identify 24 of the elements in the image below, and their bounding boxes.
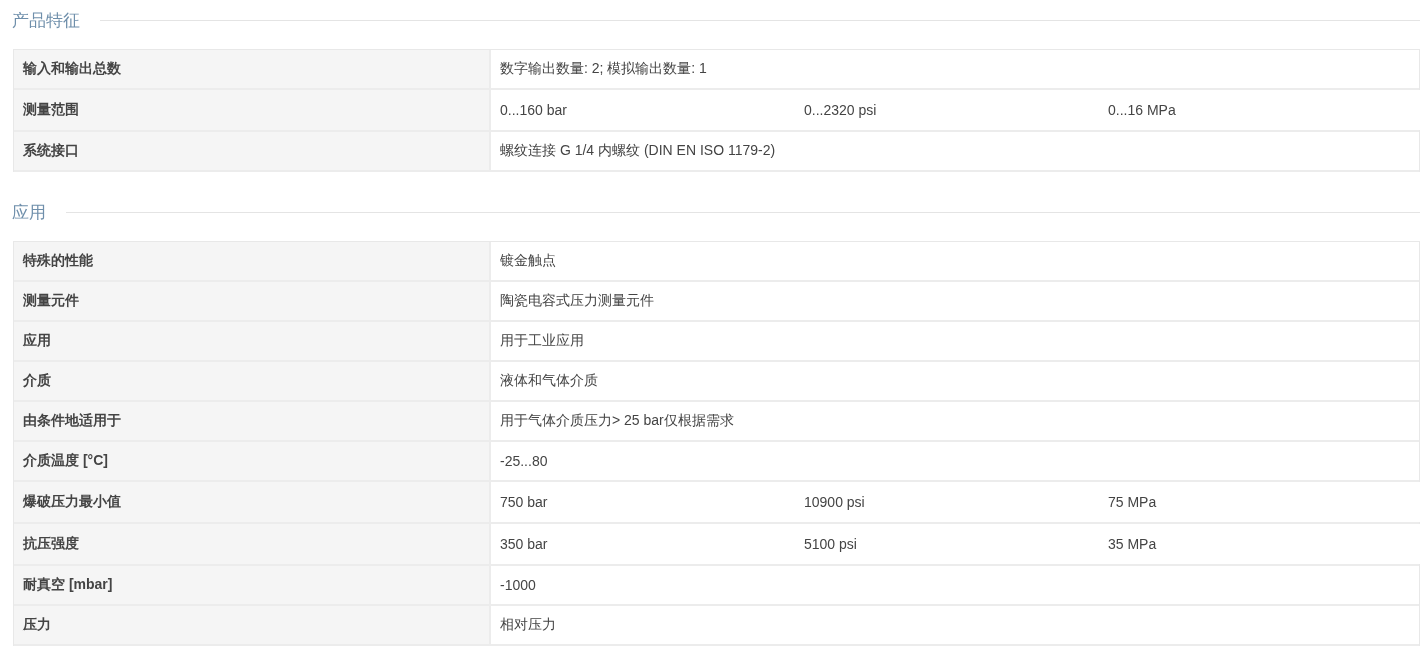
spec-label-cell: 特殊的性能 bbox=[14, 242, 491, 280]
spec-value: 350 bar bbox=[500, 536, 549, 552]
spec-label-cell: 爆破压力最小值 bbox=[14, 482, 491, 522]
section-title: 应用 bbox=[12, 201, 46, 224]
spec-label-cell: 耐真空 [mbar] bbox=[14, 566, 491, 604]
spec-label-cell: 输入和输出总数 bbox=[14, 50, 491, 88]
spec-value: 0...160 bar bbox=[500, 102, 568, 118]
spec-value: 35 MPa bbox=[1108, 536, 1158, 552]
spec-label-cell: 测量元件 bbox=[14, 282, 491, 320]
spec-value: 0...2320 psi bbox=[804, 102, 878, 118]
spec-label-cell: 应用 bbox=[14, 322, 491, 360]
spec-label-cell: 介质温度 [°C] bbox=[14, 442, 491, 480]
spec-label-cell: 测量范围 bbox=[14, 90, 491, 130]
spec-label-cell: 由条件地适用于 bbox=[14, 402, 491, 440]
spec-value: 0...16 MPa bbox=[1108, 102, 1177, 118]
spec-value: 750 bar bbox=[500, 494, 549, 510]
spec-label-cell: 抗压强度 bbox=[14, 524, 491, 564]
spec-label-cell: 压力 bbox=[14, 606, 491, 644]
spec-value: 75 MPa bbox=[1108, 494, 1158, 510]
spec-value: 5100 psi bbox=[804, 536, 858, 552]
spec-value: 10900 psi bbox=[804, 494, 866, 510]
spec-label-cell: 介质 bbox=[14, 362, 491, 400]
spec-label-cell: 系统接口 bbox=[14, 132, 491, 170]
section-title: 产品特征 bbox=[12, 9, 80, 32]
